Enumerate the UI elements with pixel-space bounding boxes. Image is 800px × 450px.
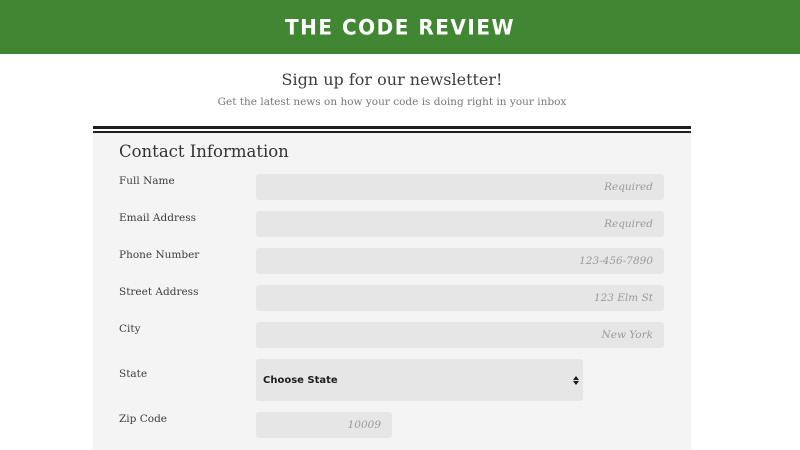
section-title: Contact Information	[119, 142, 289, 161]
state-select[interactable]: Choose State	[256, 359, 583, 401]
street-address-input[interactable]	[256, 285, 664, 311]
full-name-label: Full Name	[119, 175, 175, 187]
full-name-input[interactable]	[256, 174, 664, 200]
city-label: City	[119, 323, 141, 335]
zip-code-label: Zip Code	[119, 413, 168, 425]
contact-form: Contact Information Full Name Email Addr…	[93, 133, 691, 450]
email-input[interactable]	[256, 211, 664, 237]
divider-line	[93, 126, 691, 129]
site-header: THE CODE REVIEW	[0, 0, 800, 54]
newsletter-heading: Sign up for our newsletter!	[281, 70, 503, 89]
street-address-label: Street Address	[119, 286, 199, 298]
city-input[interactable]	[256, 322, 664, 348]
up-down-chevron-icon	[573, 373, 579, 387]
email-label: Email Address	[119, 212, 196, 224]
zip-code-input[interactable]	[256, 412, 392, 438]
phone-label: Phone Number	[119, 249, 200, 261]
state-label: State	[119, 368, 148, 380]
newsletter-subheading: Get the latest news on how your code is …	[217, 96, 567, 108]
site-title: THE CODE REVIEW	[284, 14, 516, 40]
state-select-value: Choose State	[263, 374, 338, 386]
phone-input[interactable]	[256, 248, 664, 274]
